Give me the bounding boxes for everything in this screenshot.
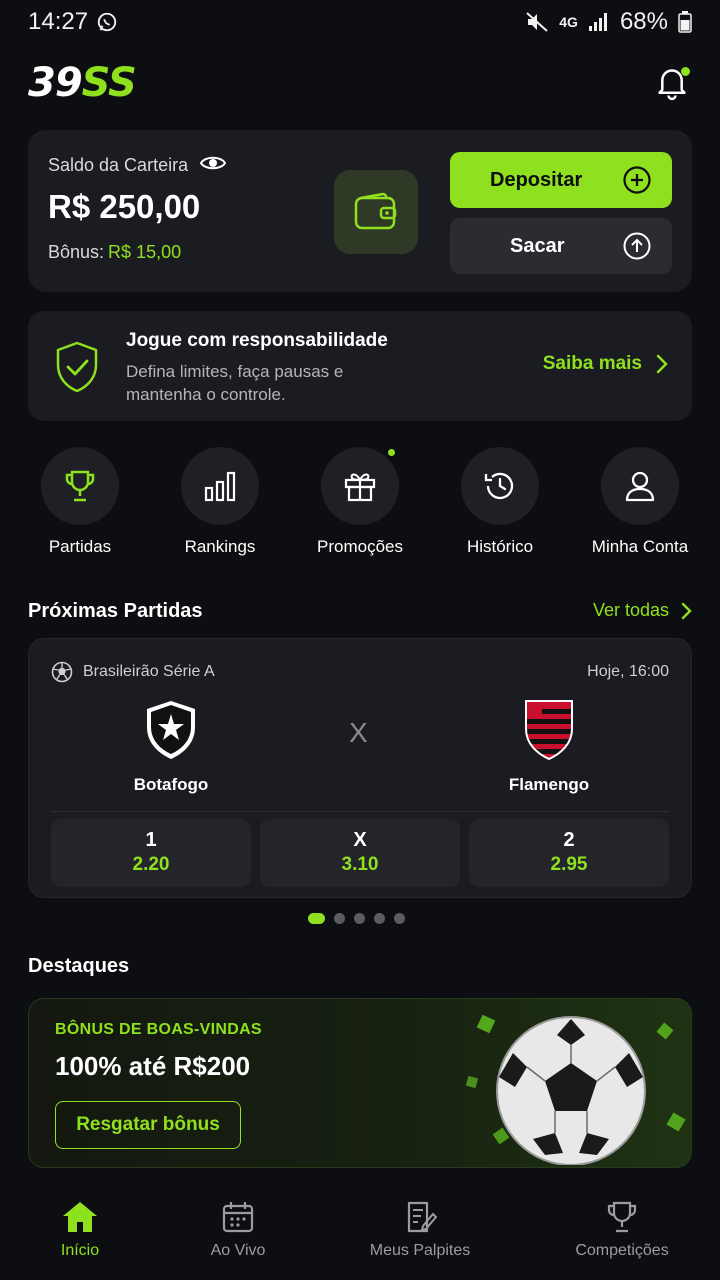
status-bar: 14:27 4G 68% <box>0 0 720 44</box>
carousel-pager[interactable] <box>308 913 405 924</box>
responsible-gaming-banner[interactable]: Jogue com responsabilidade Defina limite… <box>28 311 692 421</box>
battery-icon <box>678 11 692 33</box>
status-time: 14:27 <box>28 8 89 35</box>
notifications-button[interactable] <box>652 61 692 105</box>
chevron-right-icon <box>656 354 668 374</box>
claim-bonus-button[interactable]: Resgatar bônus <box>55 1101 241 1149</box>
odd-home-button[interactable]: 1 2.20 <box>51 819 251 887</box>
quick-action-rankings[interactable]: Rankings <box>150 447 290 557</box>
section-title-matches: Próximas Partidas <box>28 600 203 622</box>
nav-competitions[interactable]: Competições <box>542 1200 702 1260</box>
wallet-bonus: Bônus: R$ 15,00 <box>48 242 182 262</box>
whatsapp-icon <box>96 11 118 33</box>
quick-action-history[interactable]: Histórico <box>430 447 570 557</box>
wallet-icon <box>334 170 418 254</box>
see-all-link[interactable]: Ver todas <box>593 600 692 621</box>
plus-circle-icon <box>623 166 651 194</box>
quick-actions: Partidas Rankings Promoções Histórico Mi… <box>0 447 720 567</box>
gift-icon <box>344 473 376 502</box>
soccer-ball-image <box>459 1005 689 1167</box>
pager-dot[interactable] <box>334 913 345 924</box>
pager-dot[interactable] <box>354 913 365 924</box>
history-icon <box>484 472 514 500</box>
match-time: Hoje, 16:00 <box>587 663 669 680</box>
home-team: Botafogo <box>91 699 251 795</box>
wallet-card: Saldo da Carteira R$ 250,00 Bônus: R$ 15,… <box>28 130 692 292</box>
soccer-ball-icon <box>51 661 73 683</box>
mute-icon <box>525 11 549 33</box>
nav-home[interactable]: Início <box>0 1200 160 1260</box>
new-promo-dot <box>388 449 395 456</box>
match-card[interactable]: Brasileirão Série A Hoje, 16:00 Botafogo… <box>28 638 692 898</box>
trophy-icon <box>607 1201 637 1233</box>
odd-away-button[interactable]: 2 2.95 <box>469 819 669 887</box>
notepad-icon <box>407 1201 437 1233</box>
home-icon <box>63 1202 97 1232</box>
wallet-label: Saldo da Carteira <box>48 155 189 175</box>
divider <box>51 811 669 812</box>
nav-live[interactable]: Ao Vivo <box>158 1200 318 1260</box>
calendar-icon <box>222 1202 254 1233</box>
pager-dot[interactable] <box>308 913 325 924</box>
welcome-bonus-banner[interactable]: BÔNUS DE BOAS-VINDAS 100% até R$200 Resg… <box>28 998 692 1168</box>
flamengo-crest-icon <box>525 700 573 761</box>
bottom-navigation: Início Ao Vivo Meus Palpites Competições <box>0 1182 720 1280</box>
league-label: Brasileirão Série A <box>51 661 215 683</box>
app-logo[interactable]: 39SS <box>28 63 137 103</box>
versus-label: X <box>349 717 368 748</box>
quick-action-promotions[interactable]: Promoções <box>290 447 430 557</box>
chevron-right-icon <box>681 602 692 619</box>
quick-action-account[interactable]: Minha Conta <box>570 447 710 557</box>
bonus-value: R$ 15,00 <box>108 242 182 262</box>
shield-check-icon <box>54 341 100 398</box>
signal-icon <box>588 12 610 32</box>
wallet-balance: R$ 250,00 <box>48 188 201 225</box>
responsible-title: Jogue com responsabilidade <box>126 330 388 351</box>
trophy-icon <box>65 470 95 502</box>
deposit-button[interactable]: Depositar <box>450 152 672 208</box>
notification-dot <box>681 67 690 76</box>
app-header: 39SS <box>28 58 692 108</box>
promo-headline: 100% até R$200 <box>55 1051 251 1081</box>
eye-icon[interactable] <box>199 154 227 177</box>
promo-tag: BÔNUS DE BOAS-VINDAS <box>55 1021 262 1038</box>
responsible-description: Defina limites, faça pausas e mantenha o… <box>126 362 344 404</box>
battery-percent: 68% <box>619 8 668 35</box>
away-team: Flamengo <box>469 699 629 795</box>
user-icon <box>625 471 655 502</box>
botafogo-crest-icon <box>147 701 195 759</box>
network-type: 4G <box>559 14 578 30</box>
upload-circle-icon <box>623 232 651 260</box>
odd-draw-button[interactable]: X 3.10 <box>260 819 460 887</box>
section-title-highlights: Destaques <box>28 955 130 977</box>
learn-more-link[interactable]: Saiba mais <box>543 353 668 375</box>
pager-dot[interactable] <box>394 913 405 924</box>
bar-chart-icon <box>204 471 236 502</box>
quick-action-matches[interactable]: Partidas <box>10 447 150 557</box>
withdraw-button[interactable]: Sacar <box>450 218 672 274</box>
app-screen: 14:27 4G 68% 39SS Saldo da Carteira R$ 2… <box>0 0 720 1280</box>
pager-dot[interactable] <box>374 913 385 924</box>
nav-my-bets[interactable]: Meus Palpites <box>340 1200 500 1260</box>
